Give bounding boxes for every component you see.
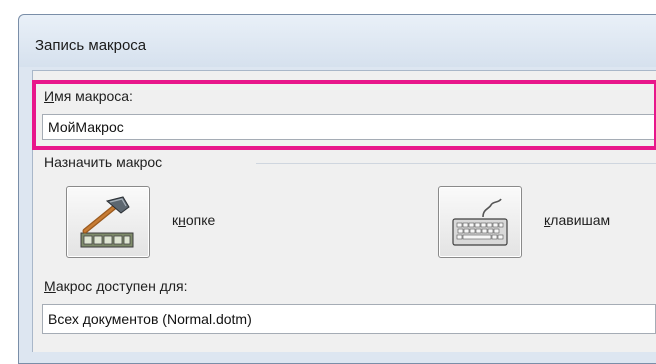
highlight-box — [32, 80, 656, 150]
assign-to-keyboard-button[interactable] — [438, 186, 522, 258]
background-edge — [0, 0, 18, 352]
hammer-toolbar-icon — [80, 196, 134, 248]
assign-to-button-button[interactable] — [66, 186, 150, 258]
keyboard-icon — [452, 198, 508, 246]
assign-to-button-label: кнопке — [172, 212, 216, 228]
dialog-title: Запись макроса — [35, 37, 147, 54]
assign-to-keyboard-label: клавишам — [544, 212, 611, 228]
store-macro-label: Макрос доступен для: — [44, 278, 188, 294]
group-divider — [256, 163, 656, 164]
title-bar: Запись макроса — [19, 15, 656, 67]
assign-macro-label: Назначить макрос — [44, 154, 163, 170]
store-macro-select[interactable]: Всех документов (Normal.dotm) — [42, 304, 656, 334]
